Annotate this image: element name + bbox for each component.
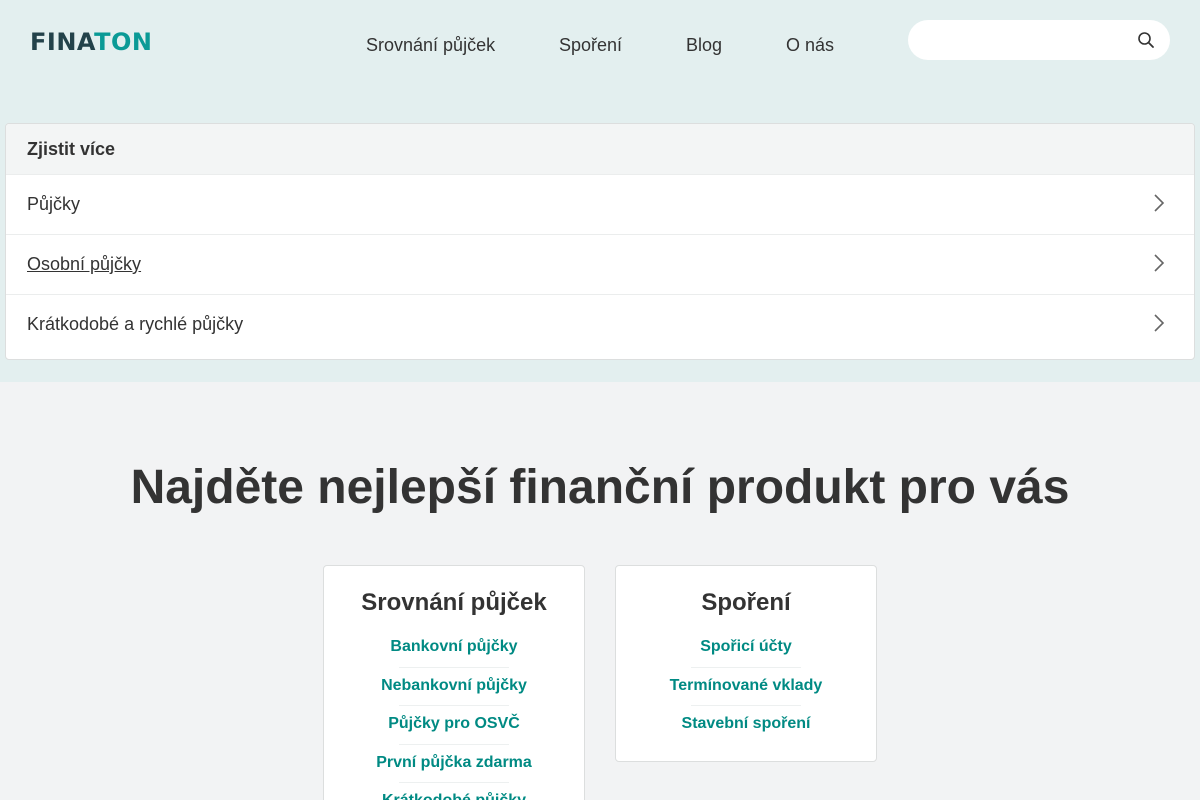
card-title: Srovnání půjček — [361, 589, 547, 616]
nav-item-sporeni[interactable]: Spoření — [559, 34, 622, 56]
panel-item-label: Osobní půjčky — [27, 254, 142, 274]
card-title: Spoření — [701, 589, 791, 616]
card-link[interactable]: Bankovní půjčky — [324, 628, 584, 667]
card-link[interactable]: Spořicí účty — [616, 628, 876, 667]
logo-part-fina: FINA — [30, 28, 95, 56]
card-link-list: Spořicí účty Termínované vklady Stavební… — [616, 628, 876, 744]
nav-item-srovnani-pujcek[interactable]: Srovnání půjček — [366, 34, 495, 56]
product-card-sporeni: Spoření Spořicí účty Termínované vklady … — [615, 565, 877, 762]
search-icon[interactable] — [1137, 31, 1155, 49]
panel-heading: Zjistit více — [6, 124, 1194, 174]
card-link[interactable]: Půjčky pro OSVČ — [324, 705, 584, 744]
chevron-right-icon — [1154, 254, 1165, 272]
nav-item-o-nas[interactable]: O nás — [786, 34, 834, 56]
card-link[interactable]: První půjčka zdarma — [324, 743, 584, 783]
search-box — [908, 20, 1170, 60]
search-input[interactable] — [926, 20, 1126, 60]
panel-item-label: Půjčky — [27, 194, 81, 214]
panel-item-pujcky[interactable]: Půjčky — [6, 174, 1194, 234]
card-link[interactable]: Stavební spoření — [616, 705, 876, 744]
nav-item-blog[interactable]: Blog — [686, 34, 722, 56]
card-link[interactable]: Nebankovní půjčky — [324, 666, 584, 706]
chevron-right-icon — [1154, 194, 1165, 212]
page-headline: Najděte nejlepší finanční produkt pro vá… — [130, 461, 1070, 514]
hero-section: FINATON Srovnání půjček Spoření Blog O n… — [0, 0, 1200, 382]
logo-part-ton: TON — [94, 28, 153, 56]
product-card-srovnani-pujcek: Srovnání půjček Bankovní půjčky Nebankov… — [323, 565, 585, 800]
card-link-list: Bankovní půjčky Nebankovní půjčky Půjčky… — [324, 628, 584, 800]
panel-item-kratkodobe-pujcky[interactable]: Krátkodobé a rychlé půjčky — [6, 294, 1194, 354]
panel-item-osobni-pujcky[interactable]: Osobní půjčky — [6, 234, 1194, 294]
card-link[interactable]: Termínované vklady — [616, 666, 876, 706]
card-link[interactable]: Krátkodobé půjčky — [324, 782, 584, 800]
chevron-right-icon — [1154, 314, 1165, 332]
finaton-logo[interactable]: FINATON — [30, 28, 152, 56]
learn-more-panel: Zjistit více Půjčky Osobní půjčky Krátko… — [5, 123, 1195, 360]
panel-item-label: Krátkodobé a rychlé půjčky — [27, 314, 244, 334]
